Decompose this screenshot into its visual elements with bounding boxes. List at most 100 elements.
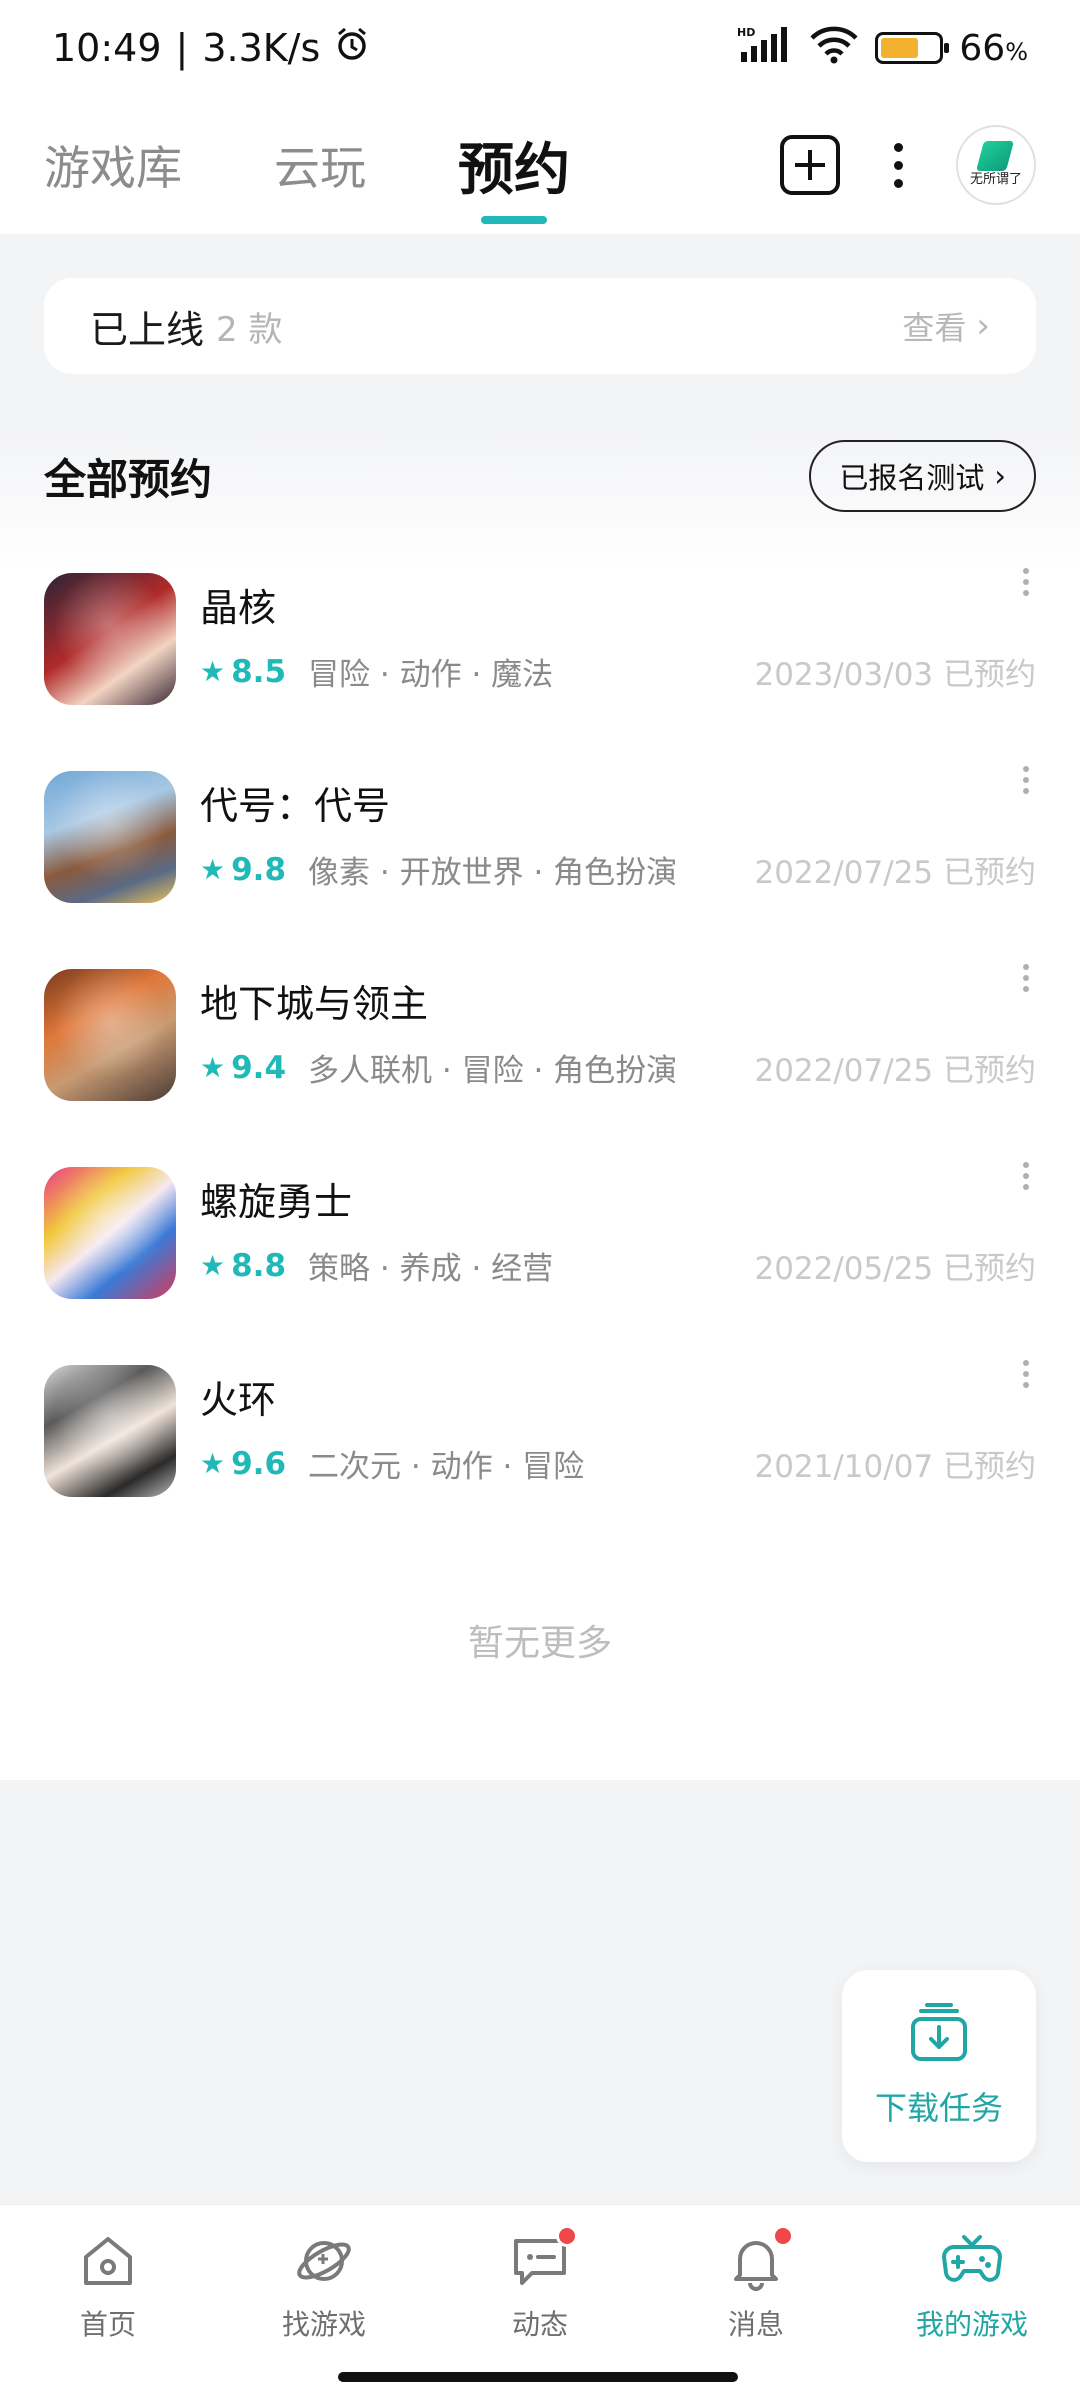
game-tags: 冒险 · 动作 · 魔法 — [308, 657, 554, 693]
game-info: 晶核 ★ 8.5 冒险 · 动作 · 魔法 2023/03/03 已预约 — [200, 573, 1036, 705]
game-score: 9.4 — [231, 1049, 287, 1086]
tab-reservations[interactable]: 预约 — [458, 120, 570, 224]
svg-text:HD: HD — [737, 26, 755, 39]
view-label: 查看 — [902, 309, 967, 347]
star-icon: ★ — [200, 1447, 226, 1480]
game-info: 地下城与领主 ★ 9.4 多人联机 · 冒险 · 角色扮演 2022/07/25… — [200, 969, 1036, 1101]
reservation-date: 2022/07/25 已预约 — [754, 855, 1036, 891]
nav-home[interactable]: 首页 — [0, 2205, 216, 2400]
nav-label: 找游戏 — [281, 2308, 366, 2341]
tab-label: 云玩 — [274, 141, 366, 195]
nav-find-games[interactable]: 找游戏 — [216, 2205, 432, 2400]
game-icon — [44, 1365, 176, 1497]
game-list: 晶核 ★ 8.5 冒险 · 动作 · 魔法 2023/03/03 已预约 代号：… — [0, 540, 1080, 1530]
game-icon — [44, 1167, 176, 1299]
item-more-icon[interactable] — [1016, 964, 1036, 994]
registered-test-button[interactable]: 已报名测试 › — [809, 440, 1036, 512]
tab-label: 预约 — [458, 137, 570, 203]
reservation-date: 2021/10/07 已预约 — [754, 1449, 1036, 1485]
add-icon[interactable] — [780, 135, 840, 195]
tab-game-library[interactable]: 游戏库 — [44, 120, 182, 210]
bell-icon — [724, 2225, 794, 2293]
game-tags: 二次元 · 动作 · 冒险 — [308, 1449, 585, 1485]
tab-label: 游戏库 — [44, 141, 182, 195]
game-name: 代号：代号 — [200, 784, 391, 828]
game-name: 地下城与领主 — [200, 982, 429, 1026]
list-item[interactable]: 晶核 ★ 8.5 冒险 · 动作 · 魔法 2023/03/03 已预约 — [0, 540, 1080, 738]
item-more-icon[interactable] — [1016, 766, 1036, 796]
wifi-icon — [809, 24, 859, 73]
game-name: 晶核 — [200, 586, 277, 630]
download-tasks-button[interactable]: 下载任务 — [842, 1970, 1036, 2162]
game-info: 螺旋勇士 ★ 8.8 策略 · 养成 · 经营 2022/05/25 已预约 — [200, 1167, 1036, 1299]
notification-dot — [772, 2225, 794, 2247]
alarm-icon — [334, 26, 370, 71]
game-score: 8.8 — [231, 1247, 287, 1284]
item-more-icon[interactable] — [1016, 568, 1036, 598]
more-vertical-icon[interactable] — [878, 135, 918, 195]
game-meta: ★ 9.6 二次元 · 动作 · 冒险 2021/10/07 已预约 — [200, 1441, 1036, 1486]
bottom-nav: 首页 找游戏 动态 消息 我的游戏 — [0, 2204, 1080, 2400]
reservation-date: 2022/07/25 已预约 — [754, 1053, 1036, 1089]
game-tags: 策略 · 养成 · 经营 — [308, 1251, 554, 1287]
test-button-label: 已报名测试 — [839, 461, 985, 495]
no-more-text: 暂无更多 — [467, 1623, 612, 1664]
star-icon: ★ — [200, 655, 226, 688]
battery-value: 66 — [959, 27, 1006, 69]
hd-signal-icon: HD — [737, 24, 793, 73]
game-name: 螺旋勇士 — [200, 1180, 353, 1224]
planet-icon — [292, 2229, 356, 2293]
game-score: 9.8 — [231, 851, 287, 888]
status-right: HD 66% — [737, 24, 1028, 73]
reservation-date: 2022/05/25 已预约 — [754, 1251, 1036, 1287]
game-meta: ★ 9.8 像素 · 开放世界 · 角色扮演 2022/07/25 已预约 — [200, 847, 1036, 892]
nav-messages[interactable]: 消息 — [648, 2205, 864, 2400]
item-more-icon[interactable] — [1016, 1360, 1036, 1390]
nav-label: 消息 — [727, 2308, 784, 2341]
avatar[interactable]: 无所谓了 — [956, 125, 1036, 205]
list-item[interactable]: 地下城与领主 ★ 9.4 多人联机 · 冒险 · 角色扮演 2022/07/25… — [0, 936, 1080, 1134]
online-games-card[interactable]: 已上线 2 款 查看 › — [44, 278, 1036, 374]
notification-dot — [556, 2225, 578, 2247]
status-divider: | — [175, 26, 189, 70]
list-item[interactable]: 螺旋勇士 ★ 8.8 策略 · 养成 · 经营 2022/05/25 已预约 — [0, 1134, 1080, 1332]
list-item[interactable]: 代号：代号 ★ 9.8 像素 · 开放世界 · 角色扮演 2022/07/25 … — [0, 738, 1080, 936]
game-meta: ★ 8.5 冒险 · 动作 · 魔法 2023/03/03 已预约 — [200, 649, 1036, 694]
download-label: 下载任务 — [874, 2089, 1003, 2127]
game-name: 火环 — [200, 1378, 277, 1422]
game-info: 火环 ★ 9.6 二次元 · 动作 · 冒险 2021/10/07 已预约 — [200, 1365, 1036, 1497]
battery-percent: 66% — [959, 28, 1028, 69]
game-icon — [44, 969, 176, 1101]
battery-fill — [881, 38, 919, 58]
view-online-link[interactable]: 查看 › — [902, 303, 990, 349]
online-title: 已上线 — [90, 307, 205, 352]
chevron-right-icon: › — [976, 306, 990, 346]
game-info: 代号：代号 ★ 9.8 像素 · 开放世界 · 角色扮演 2022/07/25 … — [200, 771, 1036, 903]
avatar-logo — [975, 141, 1015, 171]
game-meta: ★ 8.8 策略 · 养成 · 经营 2022/05/25 已预约 — [200, 1243, 1036, 1288]
game-icon — [44, 771, 176, 903]
nav-label: 我的游戏 — [915, 2308, 1028, 2341]
game-meta: ★ 9.4 多人联机 · 冒险 · 角色扮演 2022/07/25 已预约 — [200, 1045, 1036, 1090]
chevron-right-icon: › — [994, 459, 1006, 493]
tab-cloud-play[interactable]: 云玩 — [274, 120, 366, 210]
section-title: 全部预约 — [44, 454, 213, 504]
game-score: 9.6 — [231, 1445, 287, 1482]
home-indicator[interactable] — [338, 2372, 738, 2382]
header-actions: 无所谓了 — [780, 125, 1036, 205]
item-more-icon[interactable] — [1016, 1162, 1036, 1192]
game-tags: 多人联机 · 冒险 · 角色扮演 — [308, 1053, 678, 1089]
net-speed: 3.3K/s — [202, 26, 321, 70]
nav-label: 首页 — [79, 2308, 136, 2341]
game-tags: 像素 · 开放世界 · 角色扮演 — [308, 855, 678, 891]
battery-icon — [875, 32, 950, 64]
list-item[interactable]: 火环 ★ 9.6 二次元 · 动作 · 冒险 2021/10/07 已预约 — [0, 1332, 1080, 1530]
star-icon: ★ — [200, 1249, 226, 1282]
active-tab-indicator — [481, 216, 547, 224]
top-tab-header: 游戏库 云玩 预约 无所谓了 — [0, 96, 1080, 234]
status-bar: 10:49 | 3.3K/s HD 66% — [0, 0, 1080, 96]
reservation-date: 2023/03/03 已预约 — [754, 657, 1036, 693]
app-screen: 10:49 | 3.3K/s HD 66% 游戏库 云玩 预约 无所谓了 已上线… — [0, 0, 1080, 2400]
nav-my-games[interactable]: 我的游戏 — [864, 2205, 1080, 2400]
nav-activity[interactable]: 动态 — [432, 2205, 648, 2400]
